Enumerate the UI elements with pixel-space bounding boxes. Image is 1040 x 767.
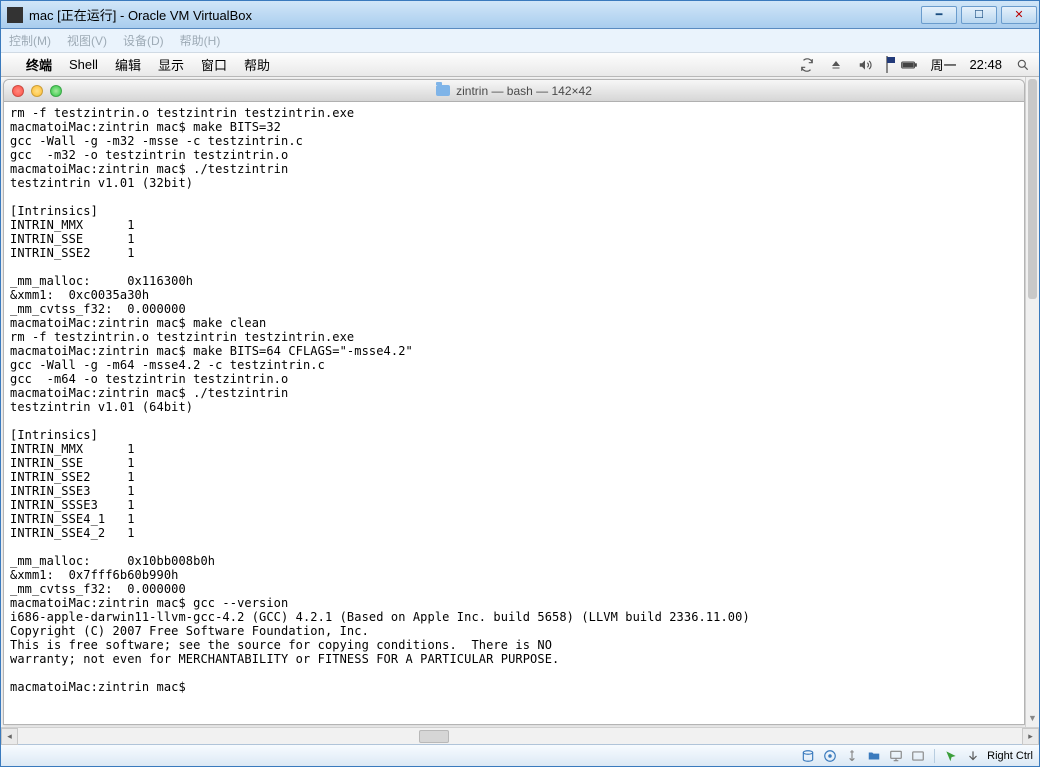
scroll-thumb[interactable] (1028, 79, 1037, 299)
host-maximize-button[interactable]: ☐ (961, 6, 997, 24)
eject-icon[interactable] (828, 57, 844, 73)
vbox-menu-view[interactable]: 视图(V) (67, 32, 107, 49)
hscroll-right-arrow-icon[interactable]: ▸ (1022, 728, 1039, 745)
guest-vertical-scrollbar[interactable]: ▲ ▼ (1025, 77, 1039, 727)
host-close-button[interactable]: ✕ (1001, 6, 1037, 24)
clock-time[interactable]: 22:48 (969, 57, 1002, 72)
volume-icon[interactable] (857, 57, 873, 73)
vbox-menubar: 控制(M) 视图(V) 设备(D) 帮助(H) (1, 29, 1039, 53)
status-harddisk-icon[interactable] (800, 748, 816, 764)
terminal-close-button[interactable] (12, 85, 24, 97)
host-horizontal-scrollbar[interactable]: ◂ ▸ (1, 727, 1039, 744)
terminal-body[interactable]: rm -f testzintrin.o testzintrin testzint… (4, 102, 1024, 724)
vbox-titlebar[interactable]: mac [正在运行] - Oracle VM VirtualBox ━ ☐ ✕ (1, 1, 1039, 29)
status-hostkey-icon[interactable] (965, 748, 981, 764)
status-shared-folders-icon[interactable] (866, 748, 882, 764)
terminal-window: zintrin — bash — 142×42 rm -f testzintri… (3, 79, 1025, 725)
scroll-down-arrow-icon[interactable]: ▼ (1026, 713, 1039, 727)
input-locale-flag[interactable] (886, 57, 888, 72)
mac-menu-terminal[interactable]: 终端 (26, 55, 52, 74)
virtualbox-window: mac [正在运行] - Oracle VM VirtualBox ━ ☐ ✕ … (0, 0, 1040, 767)
hscroll-left-arrow-icon[interactable]: ◂ (1, 728, 18, 745)
mac-menu-help[interactable]: 帮助 (244, 55, 270, 74)
vbox-menu-control[interactable]: 控制(M) (9, 32, 51, 49)
vbox-menu-devices[interactable]: 设备(D) (123, 32, 164, 49)
guest-desktop: 终端 Shell 编辑 显示 窗口 帮助 周一 22:48 (1, 53, 1039, 727)
status-optical-icon[interactable] (822, 748, 838, 764)
vbox-window-title: mac [正在运行] - Oracle VM VirtualBox (29, 5, 917, 24)
mac-menu-shell[interactable]: Shell (69, 57, 98, 72)
host-minimize-button[interactable]: ━ (921, 6, 957, 24)
vbox-statusbar: Right Ctrl (1, 744, 1039, 766)
mac-menubar: 终端 Shell 编辑 显示 窗口 帮助 周一 22:48 (1, 53, 1039, 77)
status-usb-icon[interactable] (844, 748, 860, 764)
spotlight-icon[interactable] (1015, 57, 1031, 73)
clock-day[interactable]: 周一 (930, 55, 956, 74)
battery-icon[interactable] (901, 57, 917, 73)
mac-menu-view[interactable]: 显示 (158, 55, 184, 74)
status-vrdp-icon[interactable] (910, 748, 926, 764)
terminal-minimize-button[interactable] (31, 85, 43, 97)
vbox-app-icon (7, 7, 23, 23)
terminal-title: zintrin — bash — 142×42 (456, 84, 592, 98)
status-mouse-integration-icon[interactable] (943, 748, 959, 764)
hscroll-thumb[interactable] (419, 730, 449, 743)
terminal-zoom-button[interactable] (50, 85, 62, 97)
mac-menu-window[interactable]: 窗口 (201, 55, 227, 74)
status-display-icon[interactable] (888, 748, 904, 764)
mac-menu-edit[interactable]: 编辑 (115, 55, 141, 74)
vbox-menu-help[interactable]: 帮助(H) (180, 32, 221, 49)
status-hostkey-label: Right Ctrl (987, 750, 1033, 762)
sync-icon[interactable] (799, 57, 815, 73)
terminal-titlebar[interactable]: zintrin — bash — 142×42 (4, 80, 1024, 102)
folder-icon (436, 85, 450, 96)
status-separator (934, 749, 935, 763)
